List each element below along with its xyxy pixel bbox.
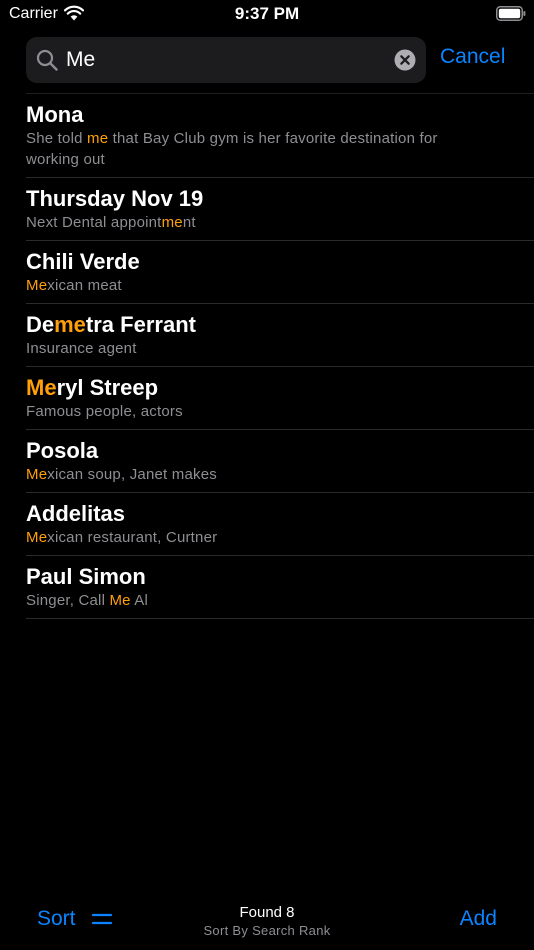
clear-search-icon[interactable]: [394, 49, 416, 71]
match-highlight: me: [161, 214, 183, 231]
status-bar: Carrier 9:37 PM: [0, 0, 534, 30]
result-subtitle: Next Dental appointment: [26, 214, 196, 231]
battery-icon: [496, 6, 526, 21]
result-subtitle: Singer, Call Me Al: [26, 592, 149, 609]
result-subtitle: Mexican restaurant, Curtner: [26, 529, 218, 546]
result-item-addelitas[interactable]: Addelitas Mexican restaurant, Curtner: [26, 493, 534, 556]
add-button[interactable]: Add: [460, 907, 497, 931]
search-bar[interactable]: [26, 37, 426, 83]
match-highlight: Me: [26, 529, 48, 546]
match-highlight: me: [87, 130, 109, 147]
bottom-toolbar: Sort Found 8 Sort By Search Rank Add: [0, 895, 534, 950]
result-title: Addelitas: [26, 501, 126, 526]
result-title: Posola: [26, 438, 99, 463]
result-subtitle: She told me that Bay Club gym is her fav…: [26, 130, 438, 168]
result-item-mona[interactable]: Mona She told me that Bay Club gym is he…: [26, 94, 534, 178]
search-results-list: Mona She told me that Bay Club gym is he…: [26, 94, 534, 619]
result-title: Mona: [26, 102, 84, 127]
result-subtitle: Famous people, actors: [26, 403, 183, 420]
result-title: Demetra Ferrant: [26, 312, 196, 337]
found-count-label: Found 8: [239, 904, 295, 921]
match-highlight: Me: [26, 466, 48, 483]
result-title: Paul Simon: [26, 564, 146, 589]
clock: 9:37 PM: [234, 4, 300, 23]
result-item-thursday-nov-19[interactable]: Thursday Nov 19 Next Dental appointment: [26, 178, 534, 241]
sort-mode-label: Sort By Search Rank: [203, 923, 331, 938]
search-screen: Carrier 9:37 PM Cancel Mona She told: [0, 0, 534, 950]
result-item-chili-verde[interactable]: Chili Verde Mexican meat: [26, 241, 534, 304]
cancel-button[interactable]: Cancel: [440, 45, 505, 69]
search-input[interactable]: [66, 37, 366, 83]
result-item-paul-simon[interactable]: Paul Simon Singer, Call Me Al: [26, 556, 534, 619]
match-highlight: Me: [109, 592, 131, 609]
match-highlight: Me: [26, 277, 48, 294]
match-highlight: me: [54, 312, 86, 337]
result-item-demetra-ferrant[interactable]: Demetra Ferrant Insurance agent: [26, 304, 534, 367]
result-subtitle: Insurance agent: [26, 340, 137, 357]
result-subtitle: Mexican soup, Janet makes: [26, 466, 217, 483]
result-subtitle: Mexican meat: [26, 277, 122, 294]
match-highlight: Me: [26, 375, 57, 400]
search-icon: [36, 49, 58, 71]
result-title: Thursday Nov 19: [26, 186, 204, 211]
result-item-meryl-streep[interactable]: Meryl Streep Famous people, actors: [26, 367, 534, 430]
result-title: Meryl Streep: [26, 375, 159, 400]
result-item-posola[interactable]: Posola Mexican soup, Janet makes: [26, 430, 534, 493]
result-title: Chili Verde: [26, 249, 140, 274]
